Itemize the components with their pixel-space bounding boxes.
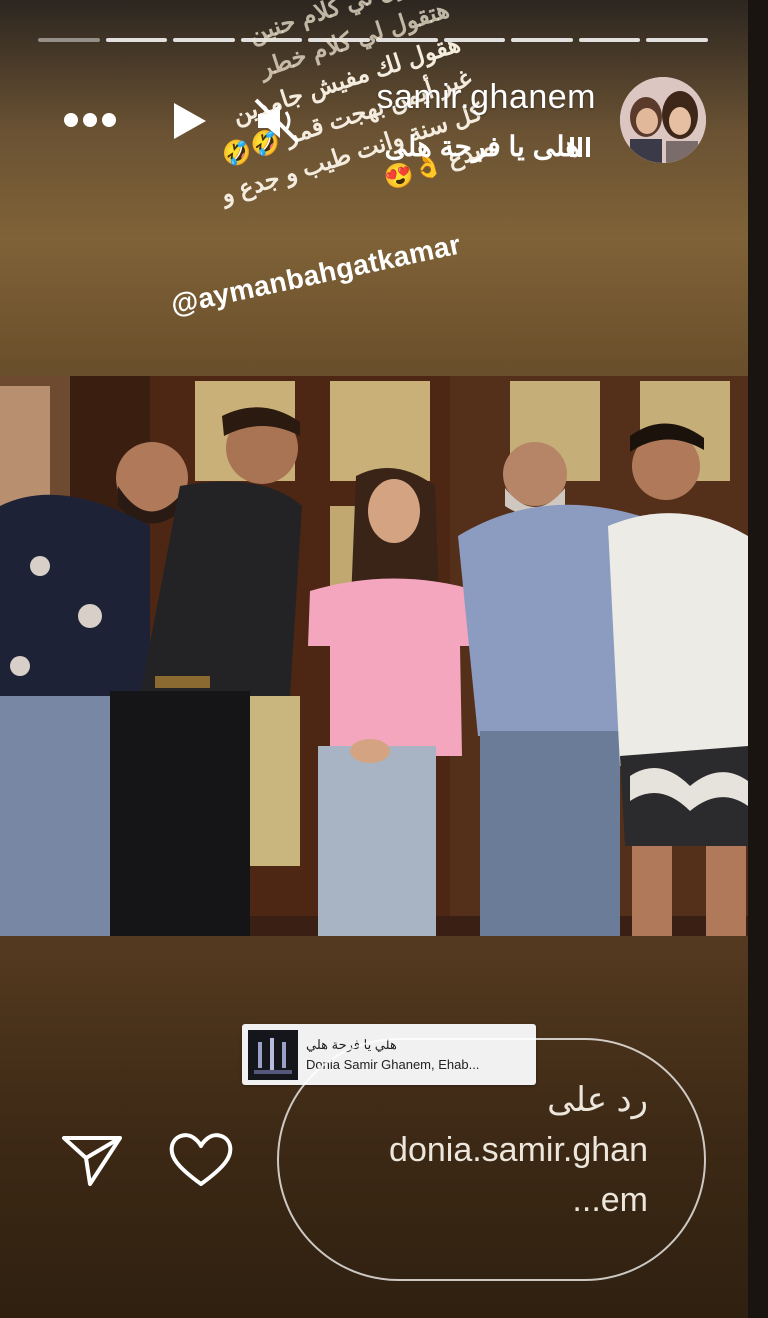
story-photo <box>0 376 748 936</box>
progress-segment <box>578 38 641 42</box>
more-icon[interactable] <box>64 113 116 127</box>
reply-line: رد على <box>547 1081 648 1119</box>
progress-segment <box>646 38 708 42</box>
progress-segment <box>511 38 573 42</box>
album-cover <box>248 1029 298 1080</box>
mute-icon[interactable] <box>252 96 302 146</box>
window-edge <box>748 0 768 1318</box>
story-subtitle: هلى يا فرحة هلى <box>384 131 580 162</box>
play-icon[interactable] <box>170 100 210 142</box>
username[interactable]: samir.ghanem <box>376 78 596 117</box>
progress-segment <box>38 38 100 42</box>
reply-line: ...em <box>572 1181 648 1219</box>
progress-segment <box>105 38 168 42</box>
reply-placeholder[interactable]: رد على donia.samir.ghan ...em <box>389 1075 648 1225</box>
avatar[interactable] <box>620 77 706 163</box>
send-icon[interactable] <box>60 1130 124 1188</box>
heart-icon[interactable] <box>168 1130 234 1188</box>
reply-line: donia.samir.ghan <box>389 1131 648 1169</box>
story-viewer[interactable]: هتقول لي كلام حنين هتقول لي كلام خطر هقو… <box>0 0 748 1318</box>
